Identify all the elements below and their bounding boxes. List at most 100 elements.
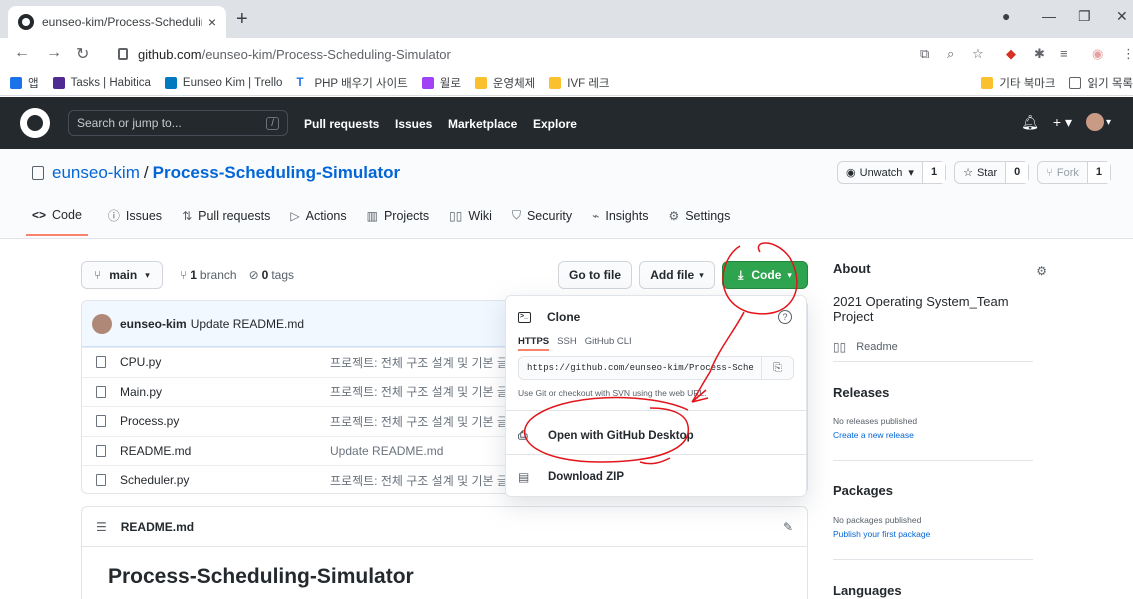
translate-icon[interactable]: ⧉: [920, 46, 929, 62]
other-bookmarks-folder[interactable]: 기타 북마크: [981, 75, 1055, 91]
list-icon[interactable]: ☰: [96, 520, 107, 534]
open-with-github-desktop-item[interactable]: ⎙ Open with GitHub Desktop: [518, 428, 694, 443]
branch-select-button[interactable]: ⑂ main ▾: [81, 261, 163, 289]
file-commit-message[interactable]: 프로젝트: 전체 구조 설계 및 기본 글: [330, 354, 508, 371]
clipboard-copy-icon[interactable]: ⎘: [761, 357, 793, 379]
tab-wiki[interactable]: ▯▯ Wiki: [449, 207, 492, 236]
nav-issues[interactable]: Issues: [395, 117, 432, 131]
address-bar: ← → ↻ github.com/eunseo-kim/Process-Sche…: [0, 38, 1133, 70]
tab-pull-requests[interactable]: ⇅ Pull requests: [182, 207, 270, 236]
tab-https[interactable]: HTTPS: [518, 336, 550, 351]
url-field[interactable]: github.com/eunseo-kim/Process-Scheduling…: [104, 41, 978, 67]
readme-link[interactable]: ▯▯ Readme: [833, 340, 1033, 354]
reload-icon[interactable]: ↻: [76, 44, 89, 64]
file-name[interactable]: Scheduler.py: [120, 473, 189, 487]
create-new-plus-icon[interactable]: + ▾: [1053, 114, 1072, 131]
notification-bell-icon[interactable]: 🔔︎: [1021, 114, 1039, 131]
new-tab-button[interactable]: +: [236, 9, 248, 29]
publish-package-link[interactable]: Publish your first package: [833, 529, 930, 539]
file-name[interactable]: Main.py: [120, 385, 162, 399]
search-input[interactable]: Search or jump to... /: [68, 110, 288, 136]
pencil-icon[interactable]: ✎: [783, 520, 793, 534]
clone-url-input[interactable]: [519, 357, 761, 379]
nav-pull-requests[interactable]: Pull requests: [304, 117, 379, 131]
forward-icon[interactable]: →: [46, 44, 62, 62]
chrome-menu-icon[interactable]: ⋮: [1122, 46, 1133, 62]
tab-projects[interactable]: ▥ Projects: [367, 207, 430, 236]
tab-settings[interactable]: ⚙ Settings: [668, 207, 730, 236]
packages-empty-text: No packages published: [833, 515, 922, 525]
reading-list-button[interactable]: 읽기 목록: [1069, 75, 1133, 91]
repo-owner-link[interactable]: eunseo-kim: [52, 163, 140, 183]
pull-request-icon: ⇅: [182, 208, 193, 223]
divider: [506, 454, 806, 455]
code-button[interactable]: ⤓ Code ▾: [722, 261, 808, 289]
tab-code[interactable]: <> Code: [26, 207, 88, 236]
extensions-icon[interactable]: ✱: [1034, 46, 1045, 62]
branches-link[interactable]: ⑂ 1 branch: [180, 268, 237, 282]
browser-tab[interactable]: eunseo-kim/Process-Scheduling ×: [8, 6, 226, 38]
file-commit-message[interactable]: 프로젝트: 전체 구조 설계 및 기본 글: [330, 413, 508, 430]
file-name[interactable]: CPU.py: [120, 355, 161, 369]
file-commit-message[interactable]: Update README.md: [330, 444, 443, 458]
file-name[interactable]: Process.py: [120, 414, 179, 428]
tab-security[interactable]: ⛉ Security: [512, 207, 572, 236]
releases-heading[interactable]: Releases: [833, 385, 889, 400]
watch-button[interactable]: ◉ Unwatch ▾ 1: [837, 161, 947, 184]
bookmark-folder[interactable]: 운영체제: [474, 75, 535, 91]
tab-actions[interactable]: ▷ Actions: [290, 207, 346, 236]
tab-close-icon[interactable]: ×: [208, 14, 216, 30]
tab-ssh[interactable]: SSH: [557, 336, 577, 351]
star-button[interactable]: ☆ Star 0: [954, 161, 1030, 184]
bookmark-item[interactable]: 윌로: [421, 75, 461, 91]
branch-tag-info: ⑂ 1 branch ⊘ 0 tags: [180, 268, 294, 282]
star-count[interactable]: 0: [1005, 162, 1029, 183]
gear-icon: ⚙: [668, 208, 680, 223]
releases-empty-text: No releases published: [833, 416, 918, 426]
restore-icon[interactable]: ❐: [1078, 8, 1091, 25]
back-icon[interactable]: ←: [14, 44, 30, 62]
tab-github-cli[interactable]: GitHub CLI: [585, 336, 632, 351]
tags-link[interactable]: ⊘ 0 tags: [249, 268, 294, 282]
profile-indicator-icon[interactable]: ●: [1002, 8, 1010, 24]
apps-grid-icon: [10, 76, 22, 89]
bookmark-item[interactable]: T PHP 배우기 사이트: [296, 75, 407, 91]
watch-count[interactable]: 1: [921, 162, 946, 183]
bookmark-star-icon[interactable]: ☆: [972, 46, 984, 62]
create-release-link[interactable]: Create a new release: [833, 430, 914, 440]
commit-author[interactable]: eunseo-kim: [120, 317, 187, 331]
go-to-file-button[interactable]: Go to file: [558, 261, 632, 289]
user-avatar[interactable]: [1085, 113, 1104, 131]
avatar[interactable]: [92, 313, 112, 334]
fork-button[interactable]: ⑂ Fork 1: [1037, 161, 1111, 184]
download-zip-item[interactable]: ▤ Download ZIP: [518, 470, 624, 484]
bookmark-item[interactable]: Eunseo Kim | Trello: [164, 76, 282, 89]
bookmark-item[interactable]: 앱: [10, 75, 39, 91]
gear-icon[interactable]: ⚙: [1036, 264, 1047, 278]
chevron-down-icon[interactable]: ▾: [1106, 117, 1111, 128]
close-window-icon[interactable]: ✕: [1116, 8, 1128, 25]
nav-marketplace[interactable]: Marketplace: [448, 117, 517, 131]
search-placeholder: Search or jump to...: [77, 116, 182, 130]
packages-heading[interactable]: Packages: [833, 483, 893, 498]
terminal-icon: >_: [518, 311, 531, 323]
add-file-button[interactable]: Add file ▾: [639, 261, 715, 289]
reading-list-icon[interactable]: ≡: [1060, 46, 1068, 61]
todoist-extension-icon[interactable]: ◆: [1006, 46, 1016, 62]
nav-explore[interactable]: Explore: [533, 117, 577, 131]
file-commit-message[interactable]: 프로젝트: 전체 구조 설계 및 기본 글: [330, 383, 508, 400]
zoom-icon[interactable]: ⌕: [947, 46, 954, 62]
commit-message[interactable]: Update README.md: [191, 317, 304, 331]
file-commit-message[interactable]: 프로젝트: 전체 구조 설계 및 기본 글: [330, 472, 508, 489]
help-question-icon[interactable]: ?: [778, 310, 792, 324]
profile-avatar-icon[interactable]: ◉: [1092, 46, 1103, 62]
tab-issues[interactable]: ⓘ Issues: [108, 207, 162, 236]
bookmark-folder[interactable]: IVF 레크: [549, 75, 610, 91]
tab-insights[interactable]: ⌁ Insights: [592, 207, 648, 236]
file-name[interactable]: README.md: [120, 444, 191, 458]
github-logo-icon[interactable]: [20, 108, 50, 138]
fork-count[interactable]: 1: [1086, 162, 1110, 183]
minimize-icon[interactable]: —: [1042, 8, 1056, 24]
repo-name-link[interactable]: Process-Scheduling-Simulator: [153, 163, 401, 183]
bookmark-item[interactable]: Tasks | Habitica: [52, 76, 151, 89]
